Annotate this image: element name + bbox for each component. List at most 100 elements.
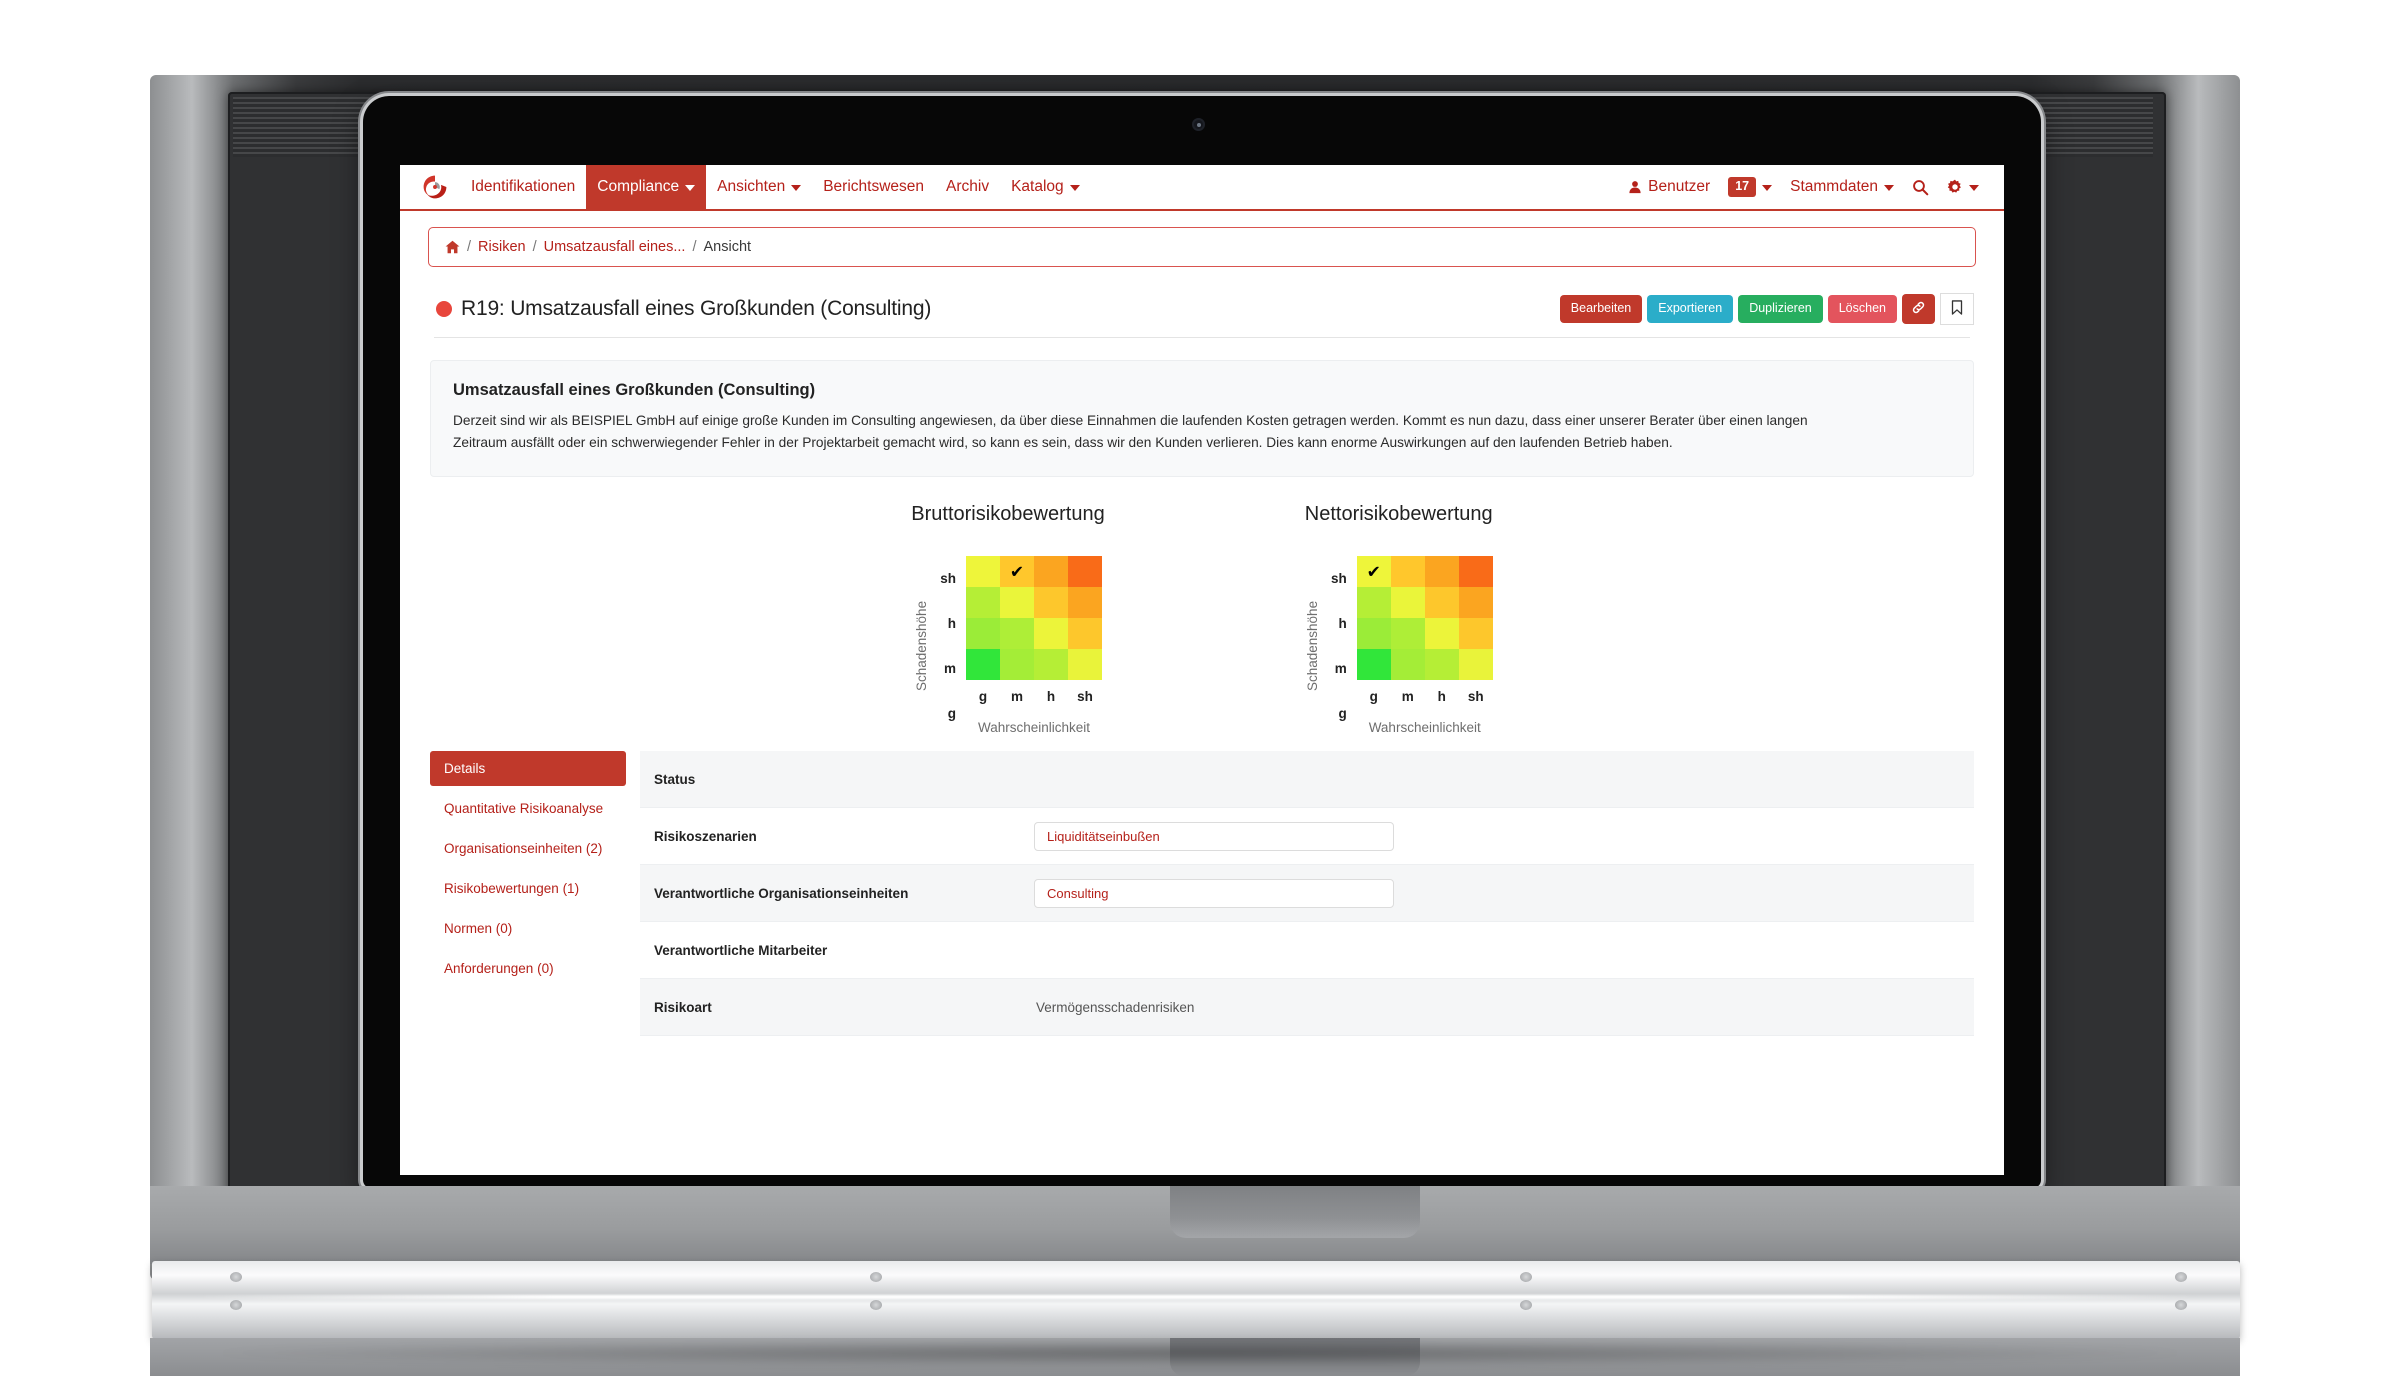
nav-label: Stammdaten xyxy=(1790,178,1878,195)
home-icon[interactable] xyxy=(445,240,460,254)
laptop-hinge-notch xyxy=(1170,1186,1420,1238)
matrix-cell xyxy=(1068,587,1102,619)
matrix-cell xyxy=(966,587,1000,619)
gross-x-axis-label: Wahrscheinlichkeit xyxy=(977,720,1091,736)
y-tick: m xyxy=(1334,660,1347,676)
matrix-cell xyxy=(1068,556,1102,588)
nav-item-compliance[interactable]: Compliance xyxy=(586,165,707,209)
breadcrumb-separator: / xyxy=(692,239,697,255)
organisationseinheit-chip[interactable]: Consulting xyxy=(1034,878,1394,908)
gross-y-axis-label: Schadenshöhe xyxy=(914,600,929,691)
x-tick: h xyxy=(1046,689,1056,705)
table-row: Verantwortliche Mitarbeiter xyxy=(640,922,1974,980)
export-button[interactable]: Exportieren xyxy=(1647,295,1734,323)
browser-viewport: Identifikationen Compliance Ansichten Be… xyxy=(400,165,2004,1175)
edit-button[interactable]: Bearbeiten xyxy=(1559,295,1643,323)
search-button[interactable] xyxy=(1903,179,1938,196)
laptop-foot xyxy=(1520,1272,1532,1282)
gross-matrix-core: Schadenshöhe sh h m g ✔ g m h sh Wahrsch… xyxy=(914,556,1102,735)
chevron-down-icon xyxy=(1884,185,1894,191)
field-label: Risikoszenarien xyxy=(654,828,757,844)
matrix-cell xyxy=(1356,587,1391,619)
nav-item-berichtswesen[interactable]: Berichtswesen xyxy=(812,165,935,209)
nav-item-ansichten[interactable]: Ansichten xyxy=(706,165,812,209)
gross-y-ticks: sh h m g xyxy=(936,556,956,735)
check-icon: ✔ xyxy=(1009,562,1025,582)
page-title: R19: Umsatzausfall eines Großkunden (Con… xyxy=(461,297,932,320)
nav-item-archiv[interactable]: Archiv xyxy=(935,165,1000,209)
field-value: Consulting xyxy=(1034,878,1960,908)
matrix-cell xyxy=(1068,649,1102,681)
x-tick: g xyxy=(978,689,988,705)
chevron-down-icon xyxy=(1069,185,1080,191)
matrix-cell xyxy=(966,618,1000,650)
matrix-cell xyxy=(1390,556,1425,588)
nav-label: Identifikationen xyxy=(471,178,576,195)
y-tick: g xyxy=(947,705,956,721)
tab-anforderungen[interactable]: Anforderungen (0) xyxy=(430,951,626,986)
breadcrumb-item-risiken[interactable]: Risiken xyxy=(478,239,526,255)
risikoszenarien-chip[interactable]: Liquiditätseinbußen xyxy=(1034,821,1394,851)
tab-normen[interactable]: Normen (0) xyxy=(430,911,626,946)
x-tick: sh xyxy=(1077,689,1093,705)
nav-item-benutzer[interactable]: Benutzer xyxy=(1619,178,1719,196)
y-tick: sh xyxy=(1330,571,1347,587)
matrix-cell xyxy=(1424,649,1459,681)
table-row: Status xyxy=(640,751,1974,809)
details-section: Details Quantitative Risikoanalyse Organ… xyxy=(428,751,1976,1037)
nav-label: Benutzer xyxy=(1648,178,1711,195)
tab-details[interactable]: Details xyxy=(430,751,626,787)
matrix-cell xyxy=(966,649,1000,681)
laptop-foot xyxy=(2175,1272,2187,1282)
gear-icon xyxy=(1947,179,1961,193)
matrix-cell xyxy=(1356,649,1391,681)
breadcrumb-item-risk[interactable]: Umsatzausfall eines... xyxy=(544,239,686,255)
app-logo[interactable] xyxy=(422,165,460,209)
gross-risk-matrix: Bruttorisikobewertung Schadenshöhe sh h … xyxy=(911,503,1104,735)
tab-organisationseinheiten[interactable]: Organisationseinheiten (2) xyxy=(430,831,626,866)
breadcrumb: / Risiken / Umsatzausfall eines... / Ans… xyxy=(428,227,1976,267)
tab-risikobewertungen[interactable]: Risikobewertungen (1) xyxy=(430,871,626,906)
delete-button[interactable]: Löschen xyxy=(1827,295,1897,323)
notification-badge-group[interactable]: 17 xyxy=(1719,177,1781,197)
x-tick: h xyxy=(1437,689,1446,705)
page-action-buttons: Bearbeiten Exportieren Duplizieren Lösch… xyxy=(1559,293,1974,325)
breadcrumb-separator: / xyxy=(467,239,472,255)
nav-label: Berichtswesen xyxy=(823,178,925,195)
gross-matrix-title: Bruttorisikobewertung xyxy=(911,503,1105,526)
field-value: Vermögensschadenrisiken xyxy=(1034,1000,1960,1015)
matrix-cell xyxy=(1458,649,1493,681)
matrix-cell xyxy=(1068,618,1102,650)
copy-link-button[interactable] xyxy=(1902,293,1935,325)
chevron-down-icon xyxy=(1762,185,1773,191)
settings-button[interactable] xyxy=(1938,179,1988,195)
matrix-cell xyxy=(1356,618,1391,650)
chevron-down-icon xyxy=(1969,185,1979,191)
field-label: Risikoart xyxy=(654,999,712,1015)
matrix-cell: ✔ xyxy=(1000,556,1034,588)
nav-item-identifikationen[interactable]: Identifikationen xyxy=(460,165,586,209)
description-card: Umsatzausfall eines Großkunden (Consulti… xyxy=(430,360,1974,478)
x-tick: g xyxy=(1369,689,1378,705)
navbar-left-group: Identifikationen Compliance Ansichten Be… xyxy=(422,165,1091,209)
nav-item-stammdaten[interactable]: Stammdaten xyxy=(1781,178,1903,196)
tab-quantitative-risikoanalyse[interactable]: Quantitative Risikoanalyse xyxy=(430,791,626,826)
laptop-foot xyxy=(1520,1300,1532,1310)
status-dot-icon xyxy=(436,301,452,317)
risk-matrices: Bruttorisikobewertung Schadenshöhe sh h … xyxy=(428,503,1976,735)
page-content: / Risiken / Umsatzausfall eines... / Ans… xyxy=(400,211,2004,1037)
net-matrix-title: Nettorisikobewertung xyxy=(1304,503,1493,526)
matrix-cell xyxy=(966,556,1000,588)
chevron-down-icon xyxy=(685,185,696,191)
link-icon xyxy=(1912,301,1925,313)
nav-item-katalog[interactable]: Katalog xyxy=(1000,165,1091,209)
laptop-foot xyxy=(230,1300,242,1310)
title-divider xyxy=(434,337,1970,338)
duplicate-button[interactable]: Duplizieren xyxy=(1738,295,1823,323)
bookmark-button[interactable] xyxy=(1940,293,1974,325)
nav-label: Archiv xyxy=(946,178,990,195)
risikoart-value: Vermögensschadenrisiken xyxy=(1036,999,1195,1015)
y-tick: g xyxy=(1338,705,1347,721)
nav-label: Ansichten xyxy=(717,178,786,195)
net-matrix-core: Schadenshöhe sh h m g ✔ g m h sh Wahrsch… xyxy=(1305,556,1493,735)
